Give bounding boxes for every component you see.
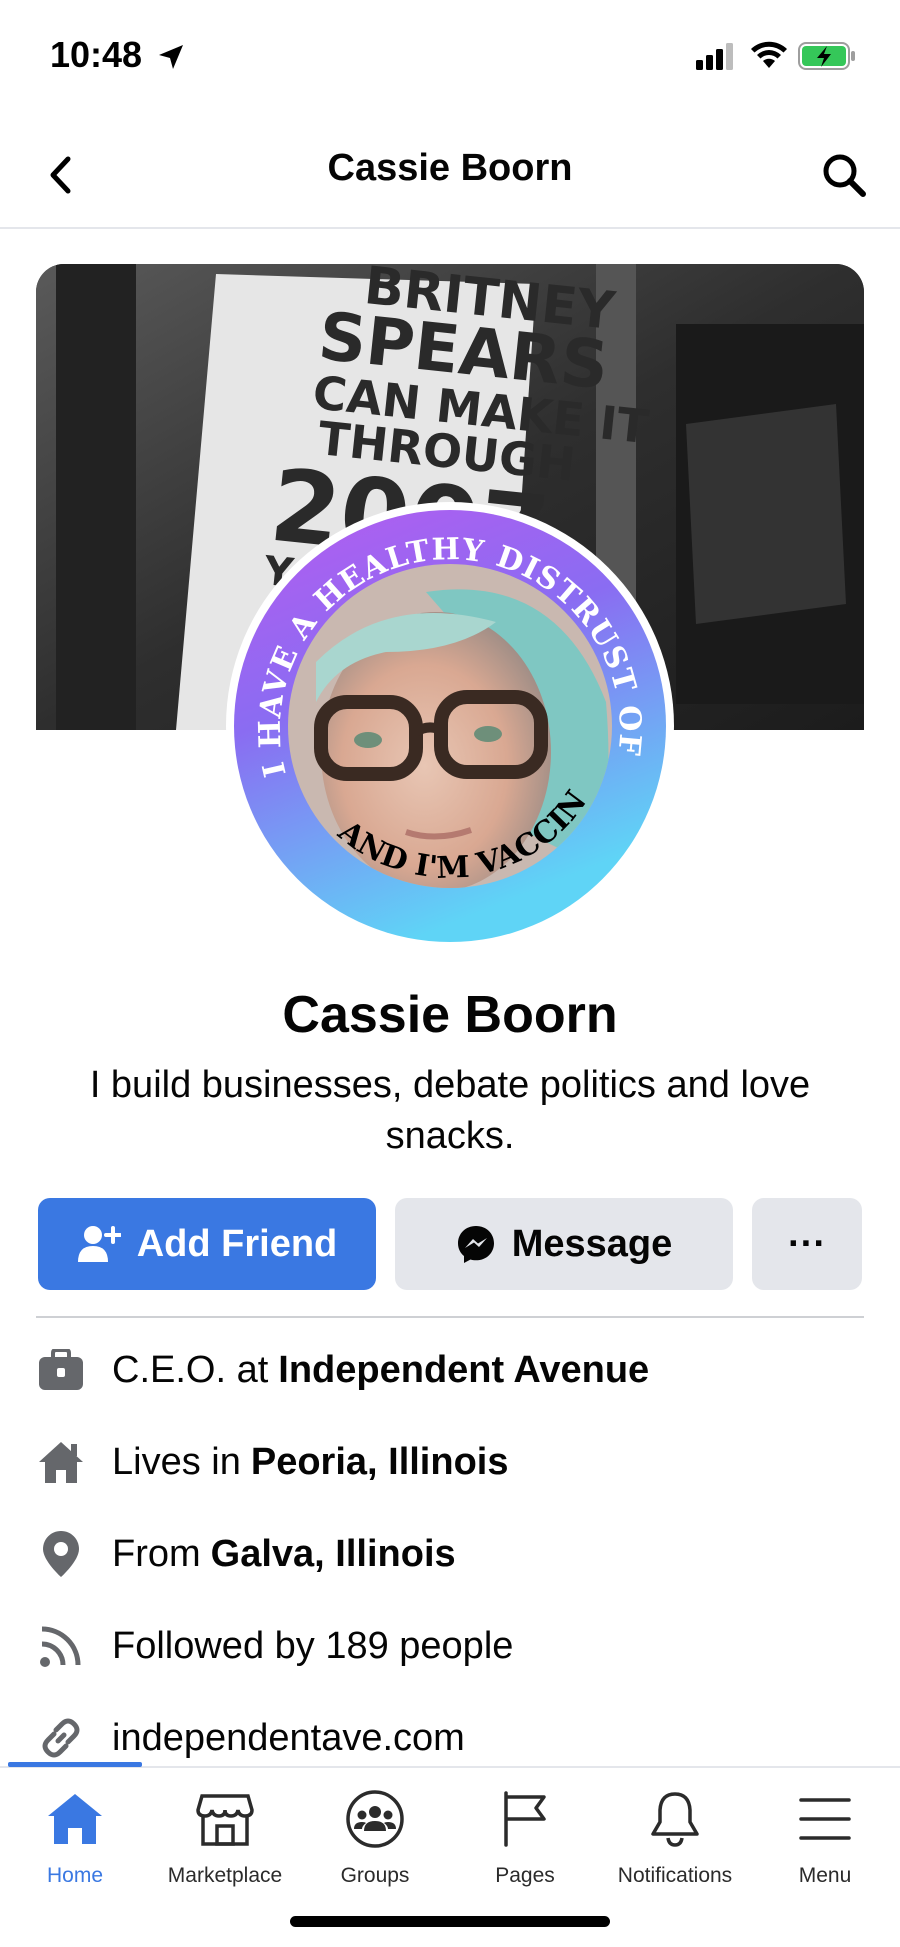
detail-lives-in[interactable]: Lives in Peoria, Illinois — [36, 1422, 876, 1502]
more-dots-icon: ··· — [788, 1222, 826, 1265]
house-icon — [36, 1437, 86, 1487]
detail-value: Peoria, Illinois — [250, 1440, 509, 1483]
tab-notifications[interactable]: Notifications — [600, 1788, 750, 1888]
tab-label: Notifications — [617, 1864, 733, 1887]
messenger-icon — [456, 1224, 496, 1264]
detail-from[interactable]: From Galva, Illinois — [36, 1514, 876, 1594]
detail-prefix: Followed by 189 people — [112, 1624, 514, 1667]
detail-prefix: From — [112, 1532, 201, 1575]
detail-prefix: C.E.O. at — [112, 1348, 269, 1391]
tab-label: Marketplace — [167, 1864, 283, 1887]
search-button[interactable] — [814, 145, 874, 205]
status-time: 10:48 — [50, 34, 143, 75]
detail-prefix: Lives in — [112, 1440, 241, 1483]
rss-icon — [36, 1621, 86, 1671]
more-options-button[interactable]: ··· — [752, 1198, 862, 1290]
search-icon — [823, 154, 866, 197]
cellular-signal-icon — [696, 42, 736, 75]
message-button[interactable]: Message — [395, 1198, 733, 1290]
battery-charging-icon — [798, 41, 856, 76]
status-bar: 10:48 — [0, 0, 900, 115]
bell-icon — [600, 1788, 750, 1850]
add-friend-icon — [77, 1224, 121, 1264]
home-indicator[interactable] — [290, 1916, 610, 1927]
location-pin-icon — [36, 1529, 86, 1579]
profile-name: Cassie Boorn — [282, 986, 618, 1044]
active-tab-indicator — [8, 1762, 142, 1767]
menu-icon — [750, 1788, 900, 1850]
tab-label: Home — [46, 1864, 104, 1887]
divider — [36, 1316, 864, 1318]
detail-value: Independent Avenue — [278, 1348, 650, 1391]
tab-home[interactable]: Home — [0, 1788, 150, 1888]
link-icon — [36, 1713, 86, 1763]
location-arrow-icon — [156, 42, 186, 77]
marketplace-icon — [150, 1788, 300, 1850]
message-label: Message — [511, 1222, 673, 1265]
home-icon — [0, 1788, 150, 1850]
tab-marketplace[interactable]: Marketplace — [150, 1788, 300, 1888]
tab-pages[interactable]: Pages — [450, 1788, 600, 1888]
detail-value: Galva, Illinois — [210, 1532, 456, 1575]
tab-label: Menu — [798, 1864, 852, 1887]
groups-icon — [300, 1788, 450, 1850]
add-friend-button[interactable]: Add Friend — [38, 1198, 376, 1290]
profile-picture[interactable]: I HAVE A HEALTHY DISTRUST OF AUTHORITY A… — [226, 502, 674, 950]
profile-bio: I build businesses, debate politics and … — [89, 1064, 811, 1157]
add-friend-label: Add Friend — [136, 1222, 338, 1265]
detail-link[interactable]: independentave.com — [112, 1717, 465, 1760]
detail-work[interactable]: C.E.O. at Independent Avenue — [36, 1330, 876, 1410]
flag-icon — [450, 1788, 600, 1850]
detail-followers[interactable]: Followed by 189 people — [36, 1606, 876, 1686]
tab-groups[interactable]: Groups — [300, 1788, 450, 1888]
top-nav: Cassie Boorn — [0, 125, 900, 229]
tab-label: Groups — [340, 1864, 410, 1887]
page-title: Cassie Boorn — [327, 147, 573, 189]
wifi-icon — [750, 40, 788, 75]
tab-label: Pages — [495, 1864, 555, 1887]
briefcase-icon — [36, 1345, 86, 1395]
tab-menu[interactable]: Menu — [750, 1788, 900, 1888]
